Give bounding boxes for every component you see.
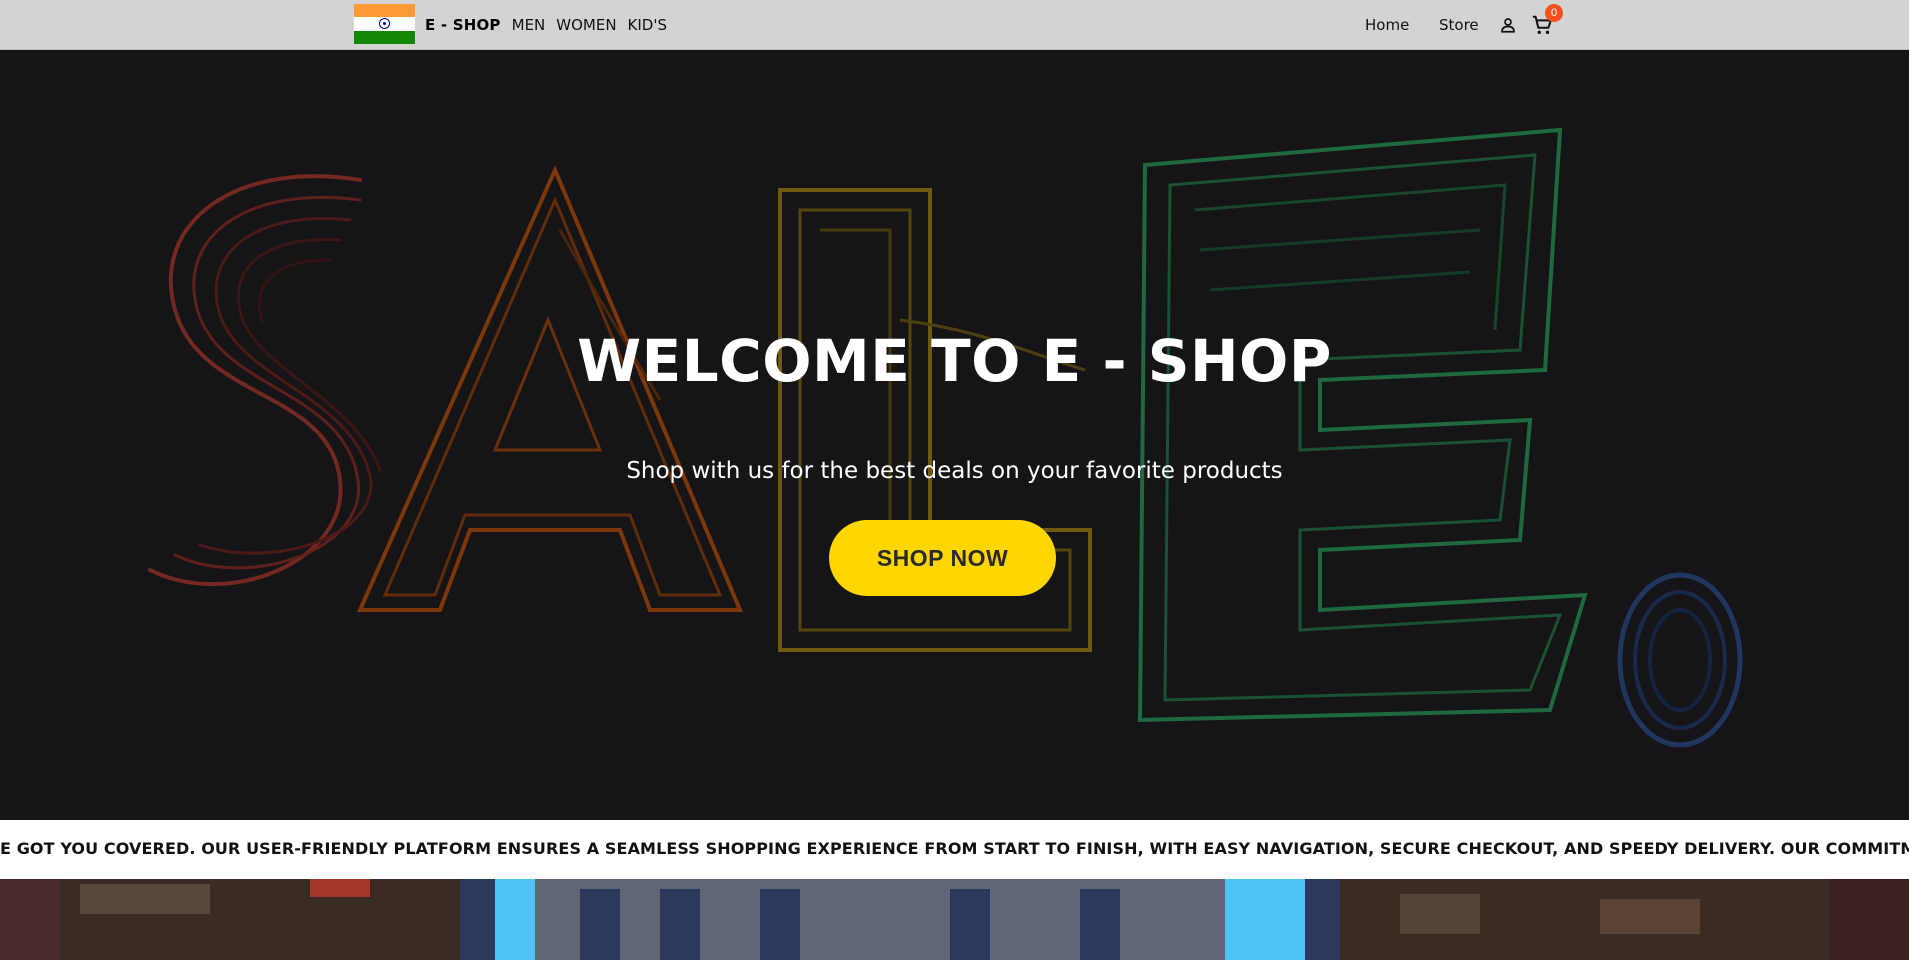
- brand-logo-text[interactable]: E - SHOP: [425, 16, 501, 34]
- user-icon[interactable]: [1495, 12, 1521, 38]
- flag-white-stripe: [354, 17, 415, 31]
- hero-subtitle: Shop with us for the best deals on your …: [626, 458, 1283, 484]
- nav-link-store[interactable]: Store: [1439, 16, 1479, 34]
- flag-green-stripe: [354, 30, 415, 44]
- user-icon-svg: [1501, 18, 1515, 33]
- shop-now-button[interactable]: SHOP NOW: [829, 520, 1056, 596]
- top-navbar: E - SHOP MEN WOMEN KID'S Home Store 0: [0, 0, 1909, 50]
- nav-link-women[interactable]: WOMEN: [556, 16, 616, 34]
- hero-section: WELCOME TO E - SHOP Shop with us for the…: [0, 50, 1909, 820]
- flag-saffron-stripe: [354, 4, 415, 18]
- marquee-text: E GOT YOU COVERED. OUR USER-FRIENDLY PLA…: [0, 839, 1909, 858]
- sale-background-art: [148, 127, 1743, 748]
- ashoka-chakra-icon: [379, 18, 390, 30]
- banner-art: [0, 879, 1909, 960]
- cart-count-badge: 0: [1545, 4, 1563, 22]
- nav-store-wrap: Store: [1439, 0, 1479, 50]
- nav-link-home[interactable]: Home: [1365, 16, 1409, 34]
- announcement-marquee: E GOT YOU COVERED. OUR USER-FRIENDLY PLA…: [0, 820, 1909, 879]
- primary-nav: E - SHOP MEN WOMEN KID'S: [425, 0, 667, 50]
- promo-banner-image: [0, 879, 1909, 960]
- india-flag-icon[interactable]: [354, 4, 415, 44]
- hero-title: WELCOME TO E - SHOP: [577, 327, 1332, 395]
- nav-home-wrap: Home: [1365, 0, 1409, 50]
- nav-link-men[interactable]: MEN: [512, 16, 546, 34]
- nav-link-kids[interactable]: KID'S: [628, 16, 667, 34]
